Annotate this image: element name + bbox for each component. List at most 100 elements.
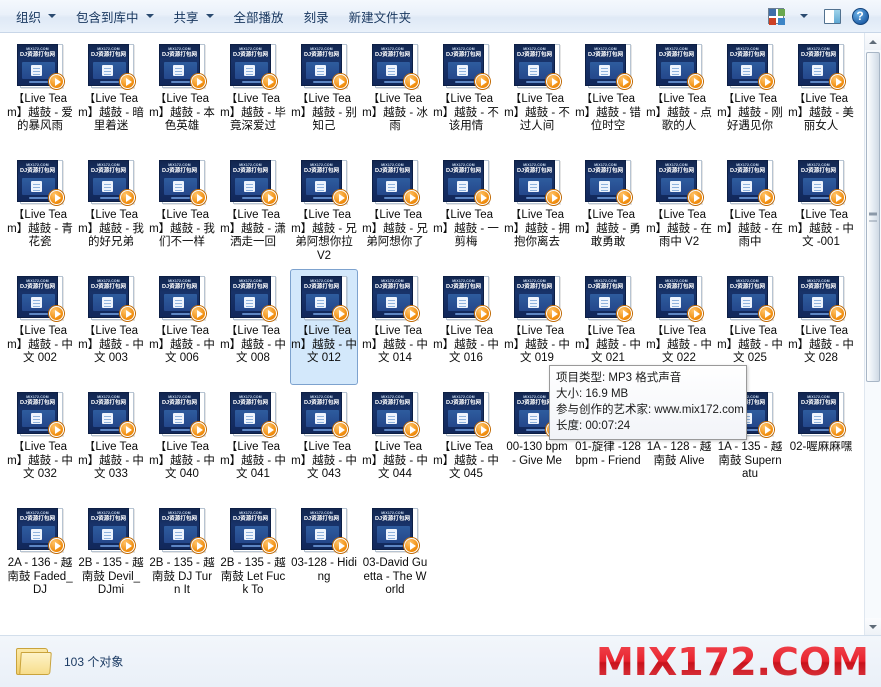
file-tile[interactable]: MIX172.COM DJ资源打包网 【Live Team】越鼓 - 刚好遇见你 (716, 37, 784, 153)
file-tile[interactable]: MIX172.COM DJ资源打包网 【Live Team】越鼓 - 中文 014 (361, 269, 429, 385)
file-name-label: 【Live Team】越鼓 - 中文 033 (78, 441, 144, 481)
thumbnail-brand-main: DJ资源打包网 (445, 52, 482, 58)
file-tile[interactable]: MIX172.COM DJ资源打包网 【Live Team】越鼓 - 不过人间 (503, 37, 571, 153)
file-tile[interactable]: MIX172.COM DJ资源打包网 【Live Team】越鼓 - 中文 -001 (787, 153, 855, 269)
vertical-scrollbar[interactable] (864, 33, 881, 635)
file-tile[interactable]: MIX172.COM DJ资源打包网 【Live Team】越鼓 - 爱的暴风雨 (6, 37, 74, 153)
file-thumbnail: MIX172.COMDJ资源打包网 (301, 160, 348, 206)
play-badge-icon (688, 190, 703, 205)
play-badge-icon (404, 306, 419, 321)
play-badge-icon (617, 190, 632, 205)
file-thumbnail: MIX172.COMDJ资源打包网 (301, 392, 348, 438)
file-tile[interactable]: MIX172.COM DJ资源打包网 【Live Team】越鼓 - 潇洒走一回 (219, 153, 287, 269)
thumbnail-brand-main: DJ资源打包网 (374, 516, 411, 522)
scroll-down-button[interactable] (865, 618, 881, 635)
file-tile[interactable]: MIX172.COM DJ资源打包网 2B - 135 - 越南鼓 DJ Turn … (148, 501, 216, 617)
file-tile[interactable]: MIX172.COM DJ资源打包网 【Live Team】越鼓 - 中文 033 (77, 385, 145, 501)
file-thumbnail: MIX172.COMDJ资源打包网 (656, 276, 703, 322)
file-grid-wrapper[interactable]: MIX172.COM DJ资源打包网 【Live Team】越鼓 - 爱的暴风雨 MI… (0, 33, 864, 635)
change-view-button[interactable] (763, 4, 789, 28)
file-tile[interactable]: MIX172.COM DJ资源打包网 【Live Team】越鼓 - 我们不一样 (148, 153, 216, 269)
thumbnail-brand-main: DJ资源打包网 (516, 52, 553, 58)
toolbar-button-burn[interactable]: 刻录 (294, 4, 339, 28)
play-badge-icon (475, 422, 490, 437)
file-tile[interactable]: MIX172.COM DJ资源打包网 【Live Team】越鼓 - 中文 016 (432, 269, 500, 385)
file-name-label: 【Live Team】越鼓 - 爱的暴风雨 (7, 93, 73, 133)
file-tile[interactable]: MIX172.COM DJ资源打包网 03-David Guetta - The W… (361, 501, 429, 617)
view-options-dropdown[interactable] (791, 4, 817, 28)
toolbar-button-share[interactable]: 共享 (164, 4, 224, 28)
file-tile[interactable]: MIX172.COM DJ资源打包网 【Live Team】越鼓 - 一剪梅 (432, 153, 500, 269)
file-tile[interactable]: MIX172.COM DJ资源打包网 【Live Team】越鼓 - 中文 003 (77, 269, 145, 385)
play-badge-icon (191, 306, 206, 321)
file-tile[interactable]: MIX172.COM DJ资源打包网 【Live Team】越鼓 - 中文 045 (432, 385, 500, 501)
file-tile[interactable]: MIX172.COM DJ资源打包网 【Live Team】越鼓 - 中文 006 (148, 269, 216, 385)
scrollbar-thumb[interactable] (866, 52, 880, 382)
file-tile[interactable]: MIX172.COM DJ资源打包网 【Live Team】越鼓 - 中文 032 (6, 385, 74, 501)
file-tile[interactable]: MIX172.COM DJ资源打包网 【Live Team】越鼓 - 错位时空 (574, 37, 642, 153)
file-tile[interactable]: MIX172.COM DJ资源打包网 【Live Team】越鼓 - 青花瓷 (6, 153, 74, 269)
scrollbar-track[interactable] (865, 50, 881, 618)
thumbnail-brand-main: DJ资源打包网 (303, 284, 340, 290)
file-tile[interactable]: MIX172.COM DJ资源打包网 【Live Team】越鼓 - 中文 008 (219, 269, 287, 385)
file-tile[interactable]: MIX172.COM DJ资源打包网 02-喔麻麻嘿 (787, 385, 855, 501)
file-tile[interactable]: MIX172.COM DJ资源打包网 2A - 136 - 越南鼓 Faded_DJ (6, 501, 74, 617)
file-tile[interactable]: MIX172.COM DJ资源打包网 【Live Team】越鼓 - 中文 041 (219, 385, 287, 501)
file-tile[interactable]: MIX172.COM DJ资源打包网 【Live Team】越鼓 - 美丽女人 (787, 37, 855, 153)
file-tile[interactable]: MIX172.COM DJ资源打包网 【Live Team】越鼓 - 在雨中 V2 (645, 153, 713, 269)
thumbnail-brand-main: DJ资源打包网 (658, 52, 695, 58)
file-tile[interactable]: MIX172.COM DJ资源打包网 【Live Team】越鼓 - 兄弟阿想你了 (361, 153, 429, 269)
thumbnail-brand-top: MIX172.COM (168, 163, 191, 167)
thumbnail-brand-main: DJ资源打包网 (19, 52, 56, 58)
toolbar-button-include-in-library[interactable]: 包含到库中 (66, 4, 164, 28)
file-tile[interactable]: MIX172.COM DJ资源打包网 【Live Team】越鼓 - 中文 043 (290, 385, 358, 501)
file-tile[interactable]: MIX172.COM DJ资源打包网 【Live Team】越鼓 - 中文 040 (148, 385, 216, 501)
thumbnail-brand-top: MIX172.COM (168, 395, 191, 399)
play-badge-icon (120, 190, 135, 205)
file-tile[interactable]: MIX172.COM DJ资源打包网 【Live Team】越鼓 - 中文 028 (787, 269, 855, 385)
file-tile[interactable]: MIX172.COM DJ资源打包网 【Live Team】越鼓 - 中文 044 (361, 385, 429, 501)
file-thumbnail: MIX172.COMDJ资源打包网 (88, 44, 135, 90)
toolbar-button-play-all[interactable]: 全部播放 (224, 4, 294, 28)
file-tile[interactable]: MIX172.COM DJ资源打包网 【Live Team】越鼓 - 毕竟深爱过 (219, 37, 287, 153)
thumbnail-brand-top: MIX172.COM (239, 163, 262, 167)
toolbar-button-organize[interactable]: 组织 (6, 4, 66, 28)
play-badge-icon (759, 190, 774, 205)
help-button[interactable]: ? (847, 4, 873, 28)
file-tile[interactable]: MIX172.COM DJ资源打包网 【Live Team】越鼓 - 我的好兄弟 (77, 153, 145, 269)
file-tile[interactable]: MIX172.COM DJ资源打包网 【Live Team】越鼓 - 别知己 (290, 37, 358, 153)
file-tile[interactable]: MIX172.COM DJ资源打包网 【Live Team】越鼓 - 暗里着迷 (77, 37, 145, 153)
thumbnail-brand-main: DJ资源打包网 (516, 168, 553, 174)
toolbar-button-new-folder[interactable]: 新建文件夹 (339, 4, 422, 28)
thumbnail-brand-top: MIX172.COM (168, 279, 191, 283)
preview-pane-button[interactable] (819, 4, 845, 28)
thumbnail-brand-main: DJ资源打包网 (161, 52, 198, 58)
file-tile[interactable]: MIX172.COM DJ资源打包网 【Live Team】越鼓 - 拥抱你离去 (503, 153, 571, 269)
play-badge-icon (688, 306, 703, 321)
file-tile[interactable]: MIX172.COM DJ资源打包网 【Live Team】越鼓 - 冰雨 (361, 37, 429, 153)
scroll-up-button[interactable] (865, 33, 881, 50)
file-name-label: 【Live Team】越鼓 - 美丽女人 (788, 93, 854, 133)
file-tile[interactable]: MIX172.COM DJ资源打包网 【Live Team】越鼓 - 点歌的人 (645, 37, 713, 153)
file-thumbnail: MIX172.COMDJ资源打包网 (301, 276, 348, 322)
file-tile[interactable]: MIX172.COM DJ资源打包网 2B - 135 - 越南鼓 Let Fuck… (219, 501, 287, 617)
file-tile[interactable]: MIX172.COM DJ资源打包网 【Live Team】越鼓 - 不该用情 (432, 37, 500, 153)
file-name-label: 【Live Team】越鼓 - 中文 014 (362, 325, 428, 365)
file-tile[interactable]: MIX172.COM DJ资源打包网 【Live Team】越鼓 - 本色英雄 (148, 37, 216, 153)
file-tile[interactable]: MIX172.COM DJ资源打包网 【Live Team】越鼓 - 兄弟阿想你拉 … (290, 153, 358, 269)
file-list-area: MIX172.COM DJ资源打包网 【Live Team】越鼓 - 爱的暴风雨 MI… (0, 33, 881, 635)
tooltip-length: 长度: 00:07:24 (556, 420, 631, 432)
thumbnail-brand-top: MIX172.COM (452, 395, 475, 399)
play-badge-icon (120, 306, 135, 321)
file-tile[interactable]: MIX172.COM DJ资源打包网 03-128 - Hiding (290, 501, 358, 617)
thumbnail-brand-top: MIX172.COM (452, 163, 475, 167)
thumbnail-brand-top: MIX172.COM (736, 47, 759, 51)
file-tile[interactable]: MIX172.COM DJ资源打包网 【Live Team】越鼓 - 中文 002 (6, 269, 74, 385)
file-tile[interactable]: MIX172.COM DJ资源打包网 【Live Team】越鼓 - 在雨中 (716, 153, 784, 269)
file-tooltip: 项目类型: MP3 格式声音 大小: 16.9 MB 参与创作的艺术家: www… (549, 365, 747, 440)
file-tile[interactable]: MIX172.COM DJ资源打包网 2B - 135 - 越南鼓 Devil_DJ… (77, 501, 145, 617)
file-tile[interactable]: MIX172.COM DJ资源打包网 【Live Team】越鼓 - 中文 012 (290, 269, 358, 385)
play-badge-icon (830, 74, 845, 89)
file-tile[interactable]: MIX172.COM DJ资源打包网 【Live Team】越鼓 - 勇敢勇敢 (574, 153, 642, 269)
play-badge-icon (404, 422, 419, 437)
